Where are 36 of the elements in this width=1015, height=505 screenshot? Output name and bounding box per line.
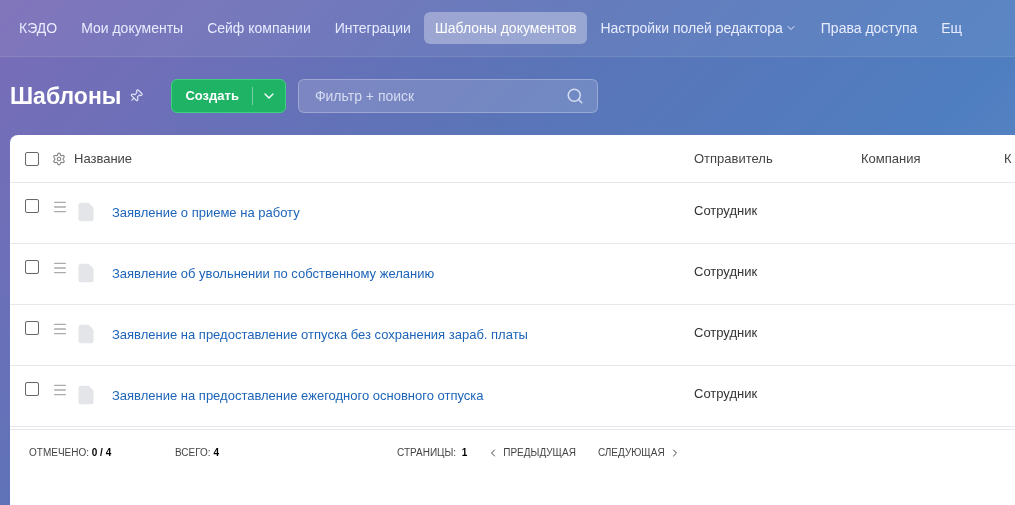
sender-cell-text: Сотрудник [694,263,758,281]
nav-tab[interactable]: КЭДО [8,12,69,44]
nav-tab[interactable]: Права доступа [809,12,929,44]
column-header[interactable]: К [1004,148,1012,169]
column-header[interactable]: Отправитель [694,148,861,169]
column-header[interactable]: Название [74,148,694,169]
template-link[interactable]: Заявление на предоставление ежегодного основного отпуска [112,386,694,406]
drag-handle-icon[interactable] [52,199,68,215]
drag-handle-icon[interactable] [52,321,68,337]
drag-handle-icon[interactable] [52,382,68,398]
nav-tab[interactable]: Интеграции [323,12,422,44]
row-checkbox[interactable] [25,321,39,335]
select-all-checkbox[interactable] [25,151,39,166]
column-header[interactable]: Компания [861,148,1004,169]
sender-cell-text: Сотрудник [694,202,758,220]
nav-tab[interactable]: Мои документы [70,12,195,44]
sender-cell-text: Сотрудник [694,385,758,403]
template-link[interactable]: Заявление на предоставление отпуска без сохранения зараб. платы [112,325,694,345]
drag-handle-icon[interactable] [52,260,68,276]
total-count: ВСЕГО: 4 [175,446,220,460]
marked-count: ОТМЕЧЕНО: 0 / 4 [29,446,113,460]
settings-icon[interactable] [52,151,66,166]
row-checkbox[interactable] [25,382,39,396]
template-link[interactable]: Заявление об увольнении по собственному желанию [112,264,694,284]
row-checkbox[interactable] [25,199,39,213]
nav-tab[interactable]: Ещ [930,12,974,44]
sender-cell-text: Сотрудник [694,324,758,342]
nav-tab[interactable]: Настройки полей редактора [589,12,808,44]
template-link[interactable]: Заявление о приеме на работу [112,203,694,223]
nav-tab[interactable]: Сейф компании [196,12,322,44]
page-title: Шаблоны [10,81,122,111]
previous-page-link[interactable]: ПРЕДЫДУЩАЯ [487,445,576,460]
row-checkbox[interactable] [25,260,39,274]
page-number: СТРАНИЦЫ: 1 [397,446,468,460]
search-icon[interactable] [565,87,584,105]
next-page-link[interactable]: СЛЕДУЮЩАЯ [597,445,681,460]
